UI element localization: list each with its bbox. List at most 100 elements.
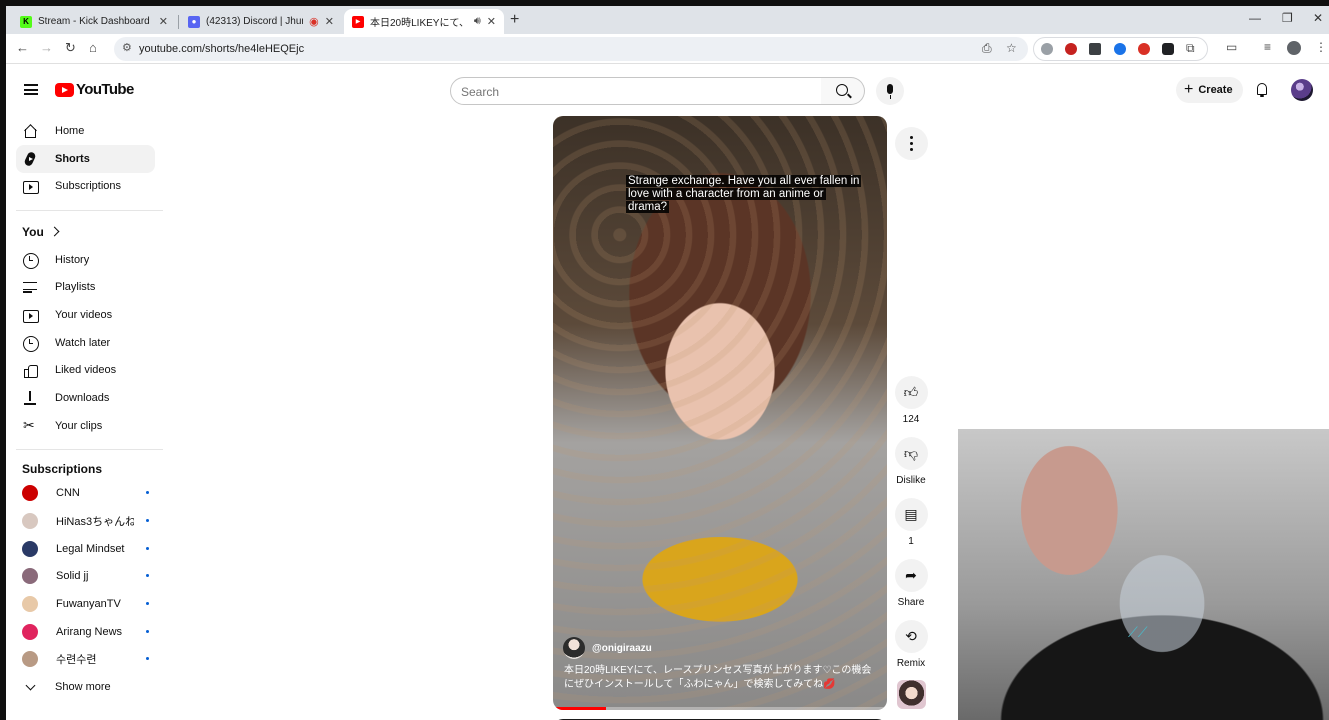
notifications-bell-icon[interactable]: [1256, 83, 1268, 97]
tab-youtube-short[interactable]: ▶ 本日20時LIKEYにて、レースプリ 🔊︎ ✕: [344, 9, 504, 34]
forward-icon[interactable]: →: [40, 40, 53, 55]
close-tab-icon[interactable]: ✕: [487, 15, 496, 28]
sidebar-item-history[interactable]: History: [16, 246, 155, 274]
close-window-icon[interactable]: ✕: [1313, 11, 1323, 25]
channel-handle[interactable]: @onigiraazu: [592, 643, 652, 654]
side-panel-icon[interactable]: ▭: [1226, 40, 1237, 54]
share-button[interactable]: ➦ Share: [893, 559, 929, 608]
new-tab-icon[interactable]: +: [510, 11, 519, 29]
youtube-logo-icon[interactable]: [55, 83, 74, 97]
media-controls-icon[interactable]: ≡: [1264, 40, 1271, 54]
extension-icon[interactable]: [1089, 43, 1101, 55]
subscription-item[interactable]: 수련수련: [16, 645, 155, 673]
new-content-dot: [146, 602, 149, 605]
remix-icon[interactable]: ⟲: [894, 620, 928, 653]
remix-button[interactable]: ⟲ Remix: [893, 620, 929, 669]
divider: [16, 449, 163, 450]
menu-icon[interactable]: [24, 84, 38, 95]
kick-icon: K: [20, 15, 32, 28]
microphone-icon[interactable]: [876, 77, 904, 105]
sidebar-item-watch-later[interactable]: Watch later: [16, 329, 155, 357]
menu-icon[interactable]: ⋮: [1315, 40, 1327, 54]
discord-icon: ●: [188, 15, 200, 28]
sidebar-item-shorts[interactable]: Shorts: [16, 145, 155, 173]
webcam-overlay: ⟋⟋: [958, 429, 1329, 720]
more-options-button[interactable]: [895, 127, 928, 160]
channel-info[interactable]: @onigiraazu: [563, 637, 652, 659]
profile-avatar[interactable]: [1287, 41, 1301, 55]
sound-thumbnail[interactable]: [897, 680, 926, 709]
comment-icon[interactable]: ▤: [894, 498, 928, 531]
share-label: Share: [897, 597, 925, 608]
sidebar-item-subscriptions[interactable]: Subscriptions: [16, 172, 155, 200]
dislike-label: Dislike: [896, 475, 926, 486]
dislike-button[interactable]: 👎︎ Dislike: [893, 437, 929, 486]
tab-title: 本日20時LIKEYにて、レースプリ: [370, 18, 468, 29]
search-box[interactable]: [450, 77, 822, 105]
home-icon[interactable]: ⌂: [89, 40, 97, 55]
subscription-item[interactable]: Legal Mindset: [16, 535, 155, 563]
dot: [910, 148, 913, 151]
search-icon[interactable]: [821, 77, 865, 105]
thumbs-down-icon[interactable]: 👎︎: [894, 437, 928, 470]
extensions-bar: ⧉: [1033, 37, 1208, 61]
bookmark-star-icon[interactable]: ☆: [1006, 41, 1017, 55]
extension-icon[interactable]: [1138, 43, 1150, 55]
channel-avatar[interactable]: [563, 637, 585, 659]
sidebar-item-your-clips[interactable]: Your clips: [16, 412, 155, 440]
channel-avatar: [22, 485, 38, 501]
speaker-icon[interactable]: 🔊︎: [474, 15, 481, 28]
search-input[interactable]: [461, 83, 801, 100]
show-more-button[interactable]: Show more: [16, 673, 155, 701]
sidebar-item-your-videos[interactable]: Your videos: [16, 301, 155, 329]
shield-icon[interactable]: [1162, 43, 1174, 55]
back-icon[interactable]: ←: [16, 40, 29, 55]
subscription-item[interactable]: FuwanyanTV: [16, 590, 155, 618]
create-button[interactable]: + Create: [1176, 77, 1243, 103]
new-content-dot: [146, 630, 149, 633]
tab-kick-dashboard[interactable]: K Stream - Kick Dashboard ✕: [12, 9, 176, 34]
downloads-icon: [23, 391, 37, 405]
close-tab-icon[interactable]: ✕: [159, 15, 168, 28]
address-bar[interactable]: ⚙ youtube.com/shorts/he4leHEQEjc ⎙ ☆: [114, 37, 1028, 61]
you-section-heading[interactable]: You: [22, 225, 62, 239]
progress-fill: [553, 707, 607, 710]
extension-icon[interactable]: [1065, 43, 1077, 55]
share-icon[interactable]: ➦: [894, 559, 928, 592]
playlists-icon: [23, 280, 37, 294]
close-tab-icon[interactable]: ✕: [325, 15, 334, 28]
subscription-item[interactable]: Arirang News: [16, 618, 155, 646]
thumbs-up-icon[interactable]: 👍︎: [894, 376, 928, 409]
subscription-item[interactable]: HiNas3ちゃんね...: [16, 507, 155, 535]
channel-avatar: [22, 568, 38, 584]
sidebar-item-liked-videos[interactable]: Liked videos: [16, 356, 155, 384]
extension-icon[interactable]: [1041, 43, 1053, 55]
new-content-dot: [146, 657, 149, 660]
history-icon: [23, 253, 39, 269]
sidebar-item-downloads[interactable]: Downloads: [16, 384, 155, 412]
tab-discord[interactable]: ● (42313) Discord | Jhunter, F ◉ ✕: [180, 9, 342, 34]
like-button[interactable]: 👍︎ 124: [893, 376, 929, 425]
dot: [910, 136, 913, 139]
account-avatar[interactable]: [1291, 79, 1313, 101]
subscriptions-heading: Subscriptions: [22, 462, 103, 476]
subscription-item[interactable]: Solid jj: [16, 562, 155, 590]
sidebar-item-playlists[interactable]: Playlists: [16, 273, 155, 301]
shorts-video-player[interactable]: Strange exchange. Have you all ever fall…: [553, 116, 887, 710]
like-count: 124: [902, 414, 920, 425]
subscription-item[interactable]: CNN: [16, 479, 155, 507]
dot: [910, 142, 913, 145]
minimize-icon[interactable]: —: [1249, 11, 1261, 25]
puzzle-icon[interactable]: ⧉: [1186, 41, 1195, 56]
plus-icon: +: [1184, 81, 1194, 98]
site-info-icon[interactable]: ⚙: [122, 41, 132, 54]
install-app-icon[interactable]: ⎙: [982, 41, 992, 56]
reload-icon[interactable]: ↻: [65, 40, 76, 56]
sidebar-item-home[interactable]: Home: [16, 117, 155, 145]
restore-icon[interactable]: ❐: [1282, 11, 1293, 25]
sidebar: Home Shorts Subscriptions You History Pl…: [6, 115, 166, 720]
comments-button[interactable]: ▤ 1: [893, 498, 929, 547]
video-progress-bar[interactable]: [553, 707, 887, 710]
extension-icon[interactable]: [1114, 43, 1126, 55]
youtube-logo-text[interactable]: YouTube: [76, 81, 134, 98]
